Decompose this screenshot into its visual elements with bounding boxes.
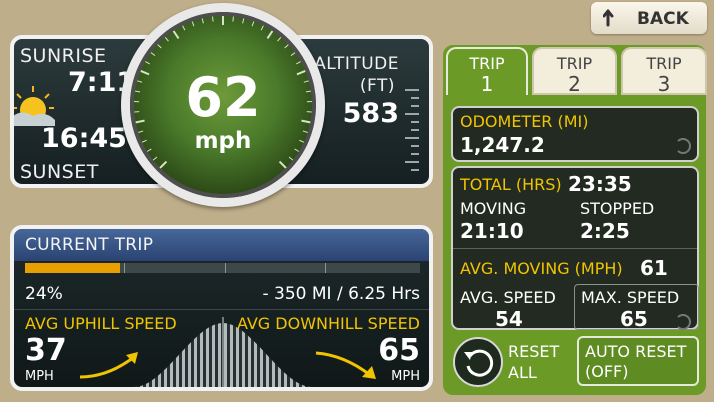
speed-value: 62 xyxy=(185,66,261,129)
avg-moving-value: 61 xyxy=(640,256,668,280)
back-button[interactable]: BACK xyxy=(591,2,707,34)
progress-percent: 24% xyxy=(25,284,63,304)
reset-max-speed-icon[interactable] xyxy=(675,314,691,330)
back-arrow-icon xyxy=(603,9,614,27)
stopped-value: 2:25 xyxy=(580,219,630,243)
sunset-time: 16:45 xyxy=(41,123,127,154)
odometer-value: 1,247.2 xyxy=(460,133,545,157)
tab-trip-1-number: 1 xyxy=(480,72,494,96)
tab-trip-2-label: TRIP xyxy=(556,54,593,73)
altitude-unit: (FT) xyxy=(359,76,395,96)
avg-uphill-value: 37 xyxy=(25,333,67,368)
total-hours-label: TOTAL (HRS) xyxy=(460,175,562,194)
sunset-label: SUNSET xyxy=(20,161,99,183)
trip-progress-fill xyxy=(25,263,120,273)
tab-trip-2[interactable]: TRIP 2 xyxy=(532,47,617,96)
sun-icon xyxy=(14,86,55,126)
avg-speed-label: AVG. SPEED xyxy=(460,288,556,307)
altitude-scale xyxy=(405,89,419,181)
reset-all-line2: ALL xyxy=(508,363,537,382)
tab-trip-3-label: TRIP xyxy=(646,54,682,73)
avg-speed-value: 54 xyxy=(495,307,523,331)
avg-moving-label: AVG. MOVING (MPH) xyxy=(460,259,623,278)
altitude-label: ALTITUDE xyxy=(314,54,399,74)
reset-all-button[interactable]: RESET ALL xyxy=(452,336,570,390)
tab-trip-1[interactable]: TRIP 1 xyxy=(446,47,528,96)
max-speed-label: MAX. SPEED xyxy=(581,288,680,307)
auto-reset-button[interactable]: AUTO RESET (OFF) xyxy=(577,336,699,386)
auto-reset-line2: (OFF) xyxy=(585,362,629,381)
reset-icon xyxy=(453,337,503,387)
current-trip-title: CURRENT TRIP xyxy=(25,235,154,255)
current-trip-panel: CURRENT TRIP 24% - 350 MI / 6.25 Hrs AVG… xyxy=(10,225,433,391)
avg-downhill-unit: MPH xyxy=(391,369,420,384)
total-hours-value: 23:35 xyxy=(568,172,632,196)
stopped-label: STOPPED xyxy=(580,199,655,218)
tab-trip-3[interactable]: TRIP 3 xyxy=(621,47,707,96)
sunrise-label: SUNRISE xyxy=(20,45,107,67)
odometer-box[interactable]: ODOMETER (MI) 1,247.2 xyxy=(451,106,699,162)
moving-value: 21:10 xyxy=(460,219,524,243)
avg-downhill-value: 65 xyxy=(378,333,420,368)
avg-uphill-label: AVG UPHILL SPEED xyxy=(25,314,177,333)
trip-progress-bar xyxy=(25,263,420,273)
tab-trip-2-number: 2 xyxy=(568,72,581,96)
speedometer: 62 mph xyxy=(121,3,325,207)
odometer-label: ODOMETER (MI) xyxy=(460,112,589,131)
current-trip-header: CURRENT TRIP xyxy=(14,229,429,261)
reset-all-line1: RESET xyxy=(508,342,560,361)
uphill-arrow-icon xyxy=(79,352,138,379)
tab-trip-1-label: TRIP xyxy=(469,54,505,73)
moving-label: MOVING xyxy=(460,199,527,218)
avg-downhill-label: AVG DOWNHILL SPEED xyxy=(236,314,420,333)
remaining-distance-time: - 350 MI / 6.25 Hrs xyxy=(262,284,421,304)
trip-stats-box: TOTAL (HRS) 23:35 MOVING 21:10 STOPPED 2… xyxy=(451,166,699,331)
back-label: BACK xyxy=(637,9,689,29)
max-speed-value: 65 xyxy=(620,307,648,331)
downhill-arrow-icon xyxy=(315,351,376,379)
reset-odometer-icon[interactable] xyxy=(675,138,691,154)
avg-uphill-unit: MPH xyxy=(25,369,54,384)
altitude-value: 583 xyxy=(342,98,399,129)
tab-trip-3-number: 3 xyxy=(657,72,671,96)
speed-unit: mph xyxy=(194,128,252,154)
auto-reset-line1: AUTO RESET xyxy=(585,342,687,361)
